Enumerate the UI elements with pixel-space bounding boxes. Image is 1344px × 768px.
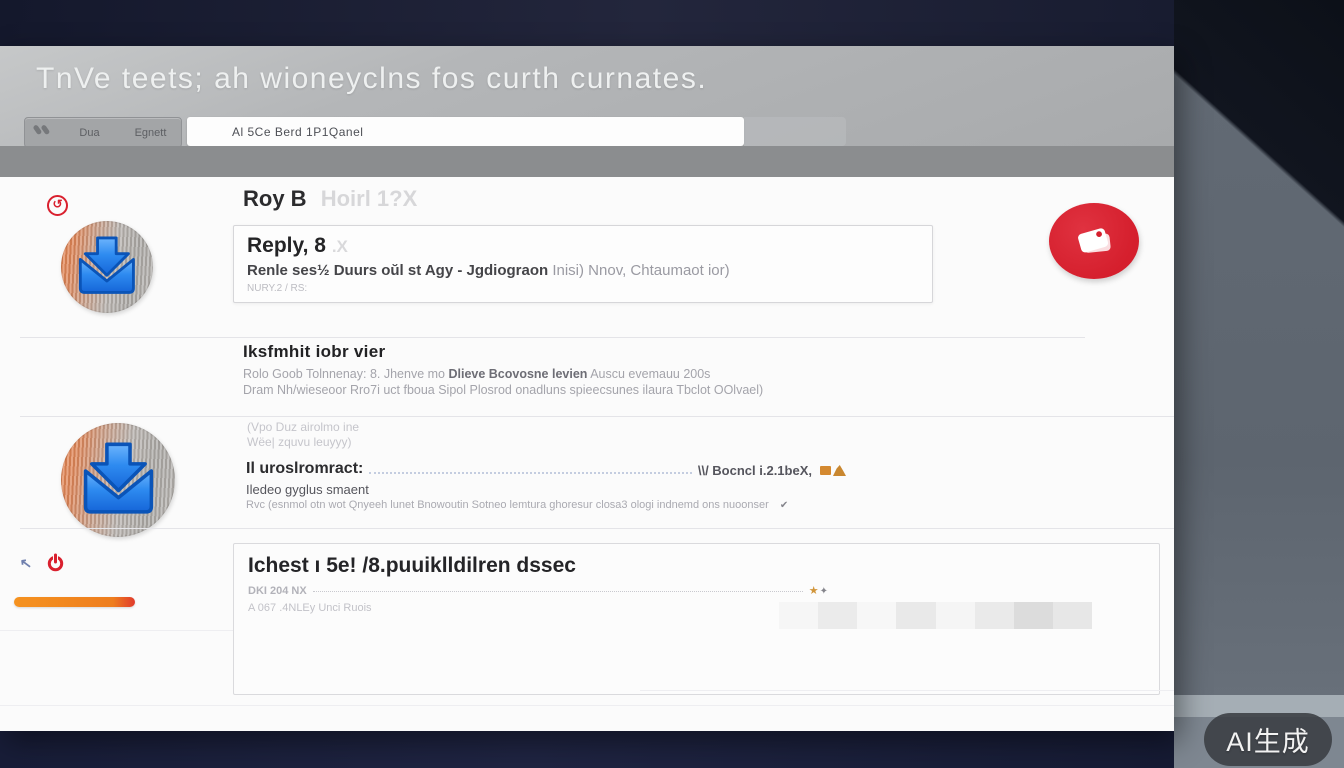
section2-body: Rolo Goob Tolnnenay: 8. Jhenve mo Dlieve… — [243, 367, 763, 398]
contact-name: Roy B — [243, 186, 307, 211]
divider — [0, 705, 1174, 706]
skeleton-cell-0 — [779, 602, 818, 629]
reply-subtitle-dark: Renle ses½ Duurs oŭl st Agy - Jgdiograon — [247, 262, 548, 279]
reply-subtitle-light: Inisi) Nnov, Chtaumaot ior) — [552, 262, 729, 279]
main-content: ↺ Roy B Hoirl 1?X Reply, 8 .X — [0, 177, 1174, 731]
tag-icon — [1062, 212, 1127, 270]
reply-card[interactable]: Reply, 8 .X Renle ses½ Duurs oŭl st Agy … — [233, 225, 933, 303]
power-icon[interactable] — [46, 553, 65, 577]
skeleton-cell-5 — [975, 602, 1014, 629]
divider — [20, 528, 1174, 529]
cursor-glyph: ↖ — [19, 554, 33, 571]
reply-card-title: Reply, 8 .X — [247, 234, 348, 258]
desktop-bottom-strip — [0, 731, 1174, 768]
section3-faint-line2: Wëe| zquvu leuyyy) — [247, 435, 352, 449]
search-input[interactable]: Al 5Ce Berd 1P1Qanel — [187, 117, 744, 146]
refresh-glyph: ↺ — [52, 197, 62, 211]
skeleton-cell-1 — [818, 602, 857, 629]
divider — [20, 416, 1174, 417]
avatar[interactable] — [61, 221, 153, 313]
search-input-value: Al 5Ce Berd 1P1Qanel — [232, 125, 363, 139]
section3-small-line: Rvc (esnmol otn wot Qnyeeh lunet Bnowout… — [246, 499, 769, 511]
toolbar-strokes-icon — [25, 122, 59, 143]
progress-bar — [14, 597, 135, 607]
app-window: TnVe teets; ah wioneyclns fos curth curn… — [0, 46, 1174, 731]
inbox-download-icon — [71, 228, 143, 305]
skeleton-cell-4 — [936, 602, 975, 629]
toolbar-button-group[interactable]: Dua Egnett — [24, 117, 182, 148]
section3-label: Il uroslromract: — [246, 460, 363, 478]
check-icon: ✔ — [780, 500, 788, 511]
bottom-card-graytext: A 067 .4NLEy Unci Ruois — [248, 602, 372, 614]
reply-card-subtitle: Renle ses½ Duurs oŭl st Agy - Jgdiograon… — [247, 262, 730, 279]
skeleton-row — [779, 602, 1092, 629]
section3-leader-row: Il uroslromract: \\/ Bocncl i.2.1beX, — [246, 460, 846, 478]
section2-line1a: Rolo Goob Tolnnenay: 8. Jhenve mo — [243, 367, 448, 381]
skeleton-cell-6 — [1014, 602, 1053, 629]
section2-line1b: Dlieve Bcovosne levien — [448, 367, 587, 381]
star-icon: ★ — [809, 584, 819, 597]
titlebar-lower-strip — [0, 146, 1174, 177]
divider — [0, 630, 233, 631]
window-titlebar[interactable]: TnVe teets; ah wioneyclns fos curth curn… — [0, 46, 1174, 146]
watermark-label: AI生成 — [1226, 720, 1310, 759]
section2-line1c: Auscu evemauu 200s — [587, 367, 710, 381]
bottom-card-heading: Ichest ı 5e! /8.puuiklldilren dssec — [248, 554, 576, 578]
mountain-icon — [833, 465, 846, 476]
desktop-top-strip — [0, 0, 1174, 46]
dotted-leader — [369, 472, 691, 474]
contact-name-faint: Hoirl 1?X — [321, 186, 418, 211]
reply-title-text: Reply, 8 — [247, 234, 326, 257]
reply-title-faint: .X — [332, 237, 348, 256]
reply-card-meta: NURY.2 / RS: — [247, 283, 307, 294]
dotted-leader — [313, 591, 803, 592]
skeleton-cell-7 — [1053, 602, 1092, 629]
section3-value: \\/ Bocncl i.2.1beX, — [698, 463, 812, 478]
refresh-icon[interactable]: ↺ — [47, 195, 68, 216]
contact-heading: Roy B Hoirl 1?X — [243, 186, 417, 212]
section3-faint-line1: (Vpo Duz airolmo ine — [247, 420, 359, 434]
search-input-extension[interactable] — [744, 117, 846, 146]
toolbar-button-egnett[interactable]: Egnett — [120, 127, 181, 139]
section2-heading: Iksfmhit iobr vier — [243, 342, 385, 362]
bottom-card-leader-row: DKI 204 NX ★ ✦ — [248, 584, 828, 597]
bottom-card-dot-label: DKI 204 NX — [248, 585, 307, 597]
inbox-download-icon — [74, 432, 163, 528]
toolbar-button-dua[interactable]: Dua — [59, 127, 120, 139]
section3-subtext: Iledeo gyglus smaent — [246, 482, 369, 497]
divider — [20, 337, 1085, 338]
desktop: TnVe teets; ah wioneyclns fos curth curn… — [0, 0, 1344, 768]
section3-smalltext: Rvc (esnmol otn wot Qnyeeh lunet Bnowout… — [246, 499, 788, 511]
avatar[interactable] — [61, 423, 175, 537]
window-title: TnVe teets; ah wioneyclns fos curth curn… — [36, 62, 707, 96]
cursor-icon[interactable]: ↖ — [19, 554, 33, 572]
tag-action-button[interactable] — [1049, 203, 1139, 279]
section2-line2: Dram Nh/wieseoor Rro7i uct fboua Sipol P… — [243, 383, 763, 397]
skeleton-cell-3 — [896, 602, 935, 629]
skeleton-cell-2 — [857, 602, 896, 629]
flag-icon — [820, 466, 831, 475]
bottom-card[interactable]: Ichest ı 5e! /8.puuiklldilren dssec DKI … — [233, 543, 1160, 695]
spark-icon: ✦ — [820, 586, 828, 597]
desktop-diagonal-shadow — [1174, 0, 1344, 430]
divider — [640, 690, 1174, 691]
ai-generated-watermark: AI生成 — [1204, 713, 1332, 766]
